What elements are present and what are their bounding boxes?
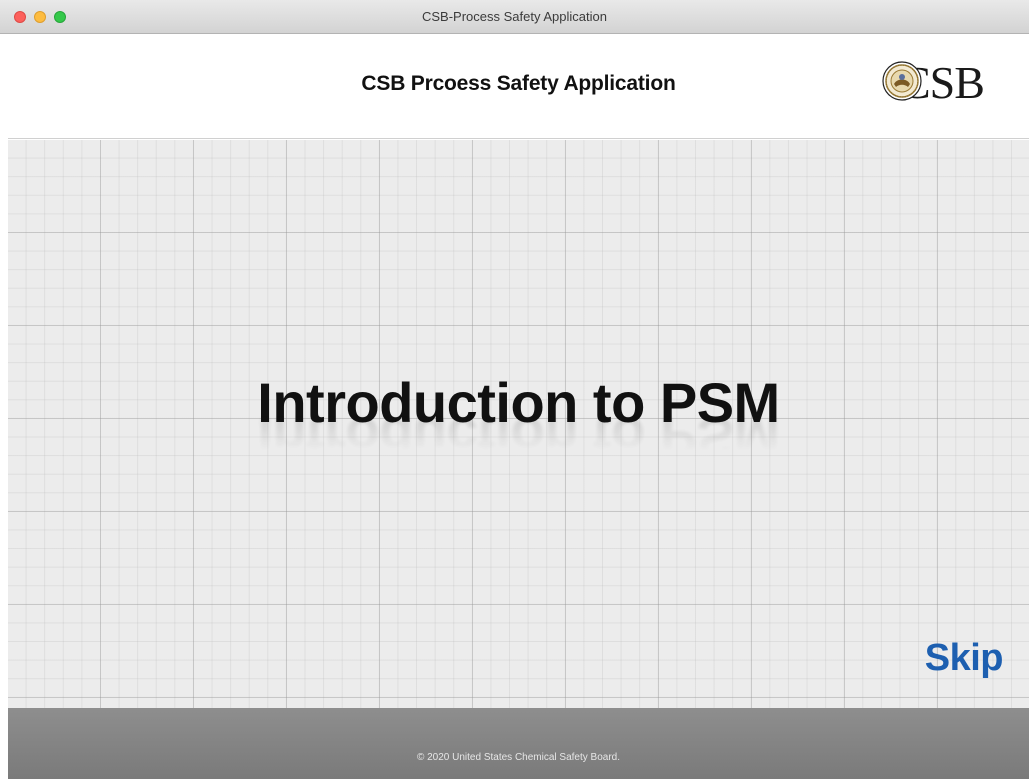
intro-screen: Introduction to PSM Introduction to PSM … (8, 140, 1029, 708)
app-header: CSB Prcoess Safety Application CSB (8, 34, 1029, 139)
app-window: CSB-Process Safety Application CSB Prcoe… (0, 0, 1029, 779)
window-title: CSB-Process Safety Application (422, 9, 607, 24)
csb-seal-icon (882, 61, 922, 101)
copyright-text: © 2020 United States Chemical Safety Boa… (416, 752, 621, 763)
skip-button[interactable]: Skip (925, 637, 1004, 680)
csb-logo: CSB (875, 54, 995, 112)
intro-title: Introduction to PSM (257, 371, 780, 434)
footer: © 2020 United States Chemical Safety Boa… (8, 708, 1029, 779)
title-bar[interactable]: CSB-Process Safety Application (0, 0, 1029, 34)
